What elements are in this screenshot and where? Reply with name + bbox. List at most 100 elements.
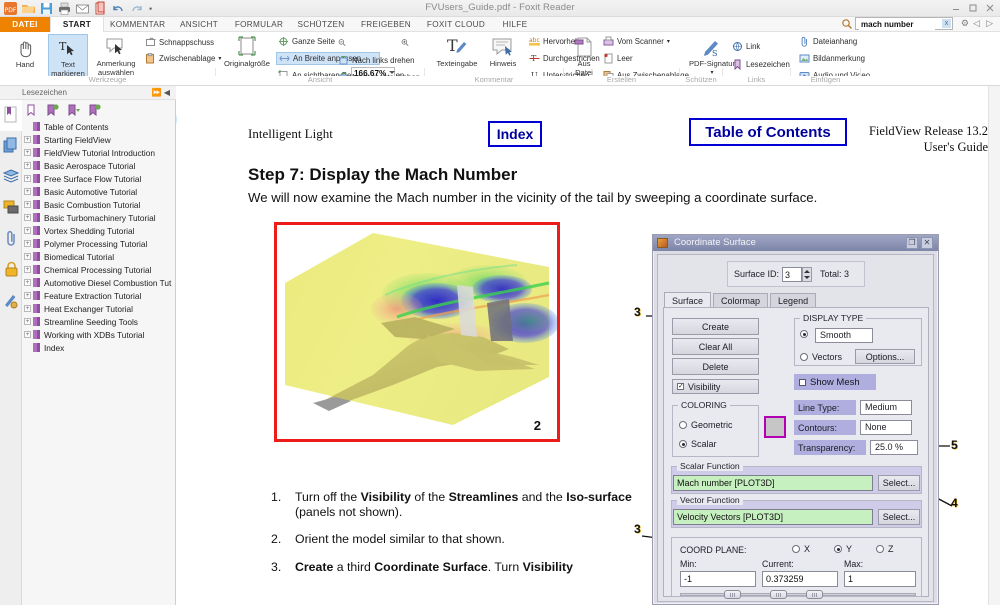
dialog-restore-button[interactable]: ❐ bbox=[906, 237, 918, 249]
zoom-in-button[interactable] bbox=[399, 36, 411, 49]
scalar-function-value[interactable]: Mach number [PLOT3D] bbox=[673, 475, 873, 491]
search-input[interactable] bbox=[859, 19, 935, 30]
tool-link[interactable]: Link bbox=[730, 40, 762, 53]
expand-toggle-icon[interactable]: + bbox=[24, 253, 31, 260]
coord-current-input[interactable]: 0.373259 bbox=[762, 571, 838, 587]
radio-coord-z[interactable] bbox=[876, 545, 884, 553]
tab-schuetzen[interactable]: SCHÜTZEN bbox=[290, 17, 352, 32]
panel-collapse-controls[interactable]: ⏩◀ bbox=[152, 88, 172, 97]
slider-knob-max[interactable] bbox=[806, 590, 823, 599]
display-smooth-option[interactable] bbox=[800, 330, 808, 338]
list-item[interactable]: + Starting FieldView bbox=[24, 133, 176, 146]
dialog-close-button[interactable]: ✕ bbox=[921, 237, 933, 249]
search-next-icon[interactable]: ▷ bbox=[986, 18, 993, 29]
expand-toggle-icon[interactable]: + bbox=[24, 201, 31, 208]
coord-min-input[interactable]: -1 bbox=[680, 571, 756, 587]
tab-start[interactable]: START bbox=[50, 17, 104, 32]
radio-vectors[interactable] bbox=[800, 353, 808, 361]
list-item[interactable]: + Basic Automotive Tutorial bbox=[24, 185, 176, 198]
expand-toggle-icon[interactable]: + bbox=[24, 266, 31, 273]
vector-function-value[interactable]: Velocity Vectors [PLOT3D] bbox=[673, 509, 873, 525]
expand-toggle-icon[interactable]: + bbox=[24, 188, 31, 195]
tool-bookmark[interactable]: Lesezeichen bbox=[730, 58, 792, 71]
search-clear-button[interactable]: x bbox=[942, 19, 951, 28]
search-box[interactable] bbox=[855, 17, 953, 30]
collapse-bookmark-icon[interactable] bbox=[68, 104, 80, 119]
list-item[interactable]: + Vortex Shedding Tutorial bbox=[24, 224, 176, 237]
tool-original-size[interactable]: Originalgröße bbox=[222, 34, 272, 69]
tool-hand[interactable]: Hand bbox=[5, 35, 45, 70]
tool-text-select[interactable]: T Text markieren bbox=[48, 34, 88, 81]
expand-toggle-icon[interactable]: + bbox=[24, 175, 31, 182]
list-item[interactable]: + Basic Aerospace Tutorial bbox=[24, 159, 176, 172]
tab-legend[interactable]: Legend bbox=[770, 293, 817, 308]
expand-toggle-icon[interactable]: + bbox=[24, 214, 31, 221]
radio-scalar[interactable] bbox=[679, 440, 687, 448]
scanner-dropdown-icon[interactable]: ▾ bbox=[667, 38, 670, 45]
expand-toggle-icon[interactable]: + bbox=[24, 331, 31, 338]
list-item[interactable]: + Streamline Seeding Tools bbox=[24, 315, 176, 328]
contours-combo[interactable]: None bbox=[860, 420, 912, 435]
tab-foxit-cloud[interactable]: FOXIT CLOUD bbox=[420, 17, 492, 32]
tab-hilfe[interactable]: HILFE bbox=[492, 17, 538, 32]
tool-create-blank[interactable]: Leer bbox=[601, 52, 635, 65]
clear-all-button[interactable]: Clear All bbox=[672, 338, 759, 355]
list-item[interactable]: + Basic Combustion Tutorial bbox=[24, 198, 176, 211]
surface-id-spinner[interactable] bbox=[802, 267, 812, 282]
tab-surface[interactable]: Surface bbox=[664, 292, 712, 308]
list-item[interactable]: Index bbox=[24, 341, 176, 354]
list-item[interactable]: + Feature Extraction Tutorial bbox=[24, 289, 176, 302]
list-item[interactable]: + Automotive Diesel Combustion Tut bbox=[24, 276, 176, 289]
rail-layers-panel[interactable] bbox=[0, 162, 22, 193]
delete-button[interactable]: Delete bbox=[672, 358, 759, 375]
rail-comments-panel[interactable] bbox=[0, 193, 22, 224]
tool-clipboard[interactable]: Zwischenablage ▾ bbox=[143, 52, 223, 65]
expand-bookmark-icon[interactable] bbox=[47, 103, 59, 119]
tab-freigeben[interactable]: FREIGEBEN bbox=[352, 17, 420, 32]
list-item[interactable]: + FieldView Tutorial Introduction bbox=[24, 146, 176, 159]
list-item[interactable]: + Heat Exchanger Tutorial bbox=[24, 302, 176, 315]
visibility-checkbox[interactable]: ✓ Visibility bbox=[672, 379, 759, 394]
tool-attachment[interactable]: Dateianhang bbox=[797, 35, 859, 48]
coloring-geometric-option[interactable]: Geometric bbox=[679, 420, 733, 430]
expand-toggle-icon[interactable]: + bbox=[24, 136, 31, 143]
coord-plane-slider[interactable] bbox=[680, 590, 916, 599]
geometric-color-swatch[interactable] bbox=[764, 416, 786, 438]
expand-toggle-icon[interactable]: + bbox=[24, 162, 31, 169]
radio-smooth[interactable] bbox=[800, 330, 808, 338]
radio-coord-x[interactable] bbox=[792, 545, 800, 553]
document-vertical-scrollbar[interactable] bbox=[988, 86, 1000, 605]
search-icon[interactable] bbox=[841, 18, 853, 29]
link-table-of-contents[interactable]: Table of Contents bbox=[689, 118, 847, 146]
radio-geometric[interactable] bbox=[679, 421, 687, 429]
new-bookmark-icon[interactable] bbox=[26, 104, 38, 119]
coloring-scalar-option[interactable]: Scalar bbox=[679, 439, 717, 449]
tab-datei[interactable]: DATEI bbox=[0, 17, 50, 32]
surface-id-input[interactable]: 3 bbox=[782, 267, 802, 282]
tool-rotate-left[interactable]: Nach links drehen bbox=[336, 54, 416, 67]
list-item[interactable]: + Free Surface Flow Tutorial bbox=[24, 172, 176, 185]
list-item[interactable]: + Chemical Processing Tutorial bbox=[24, 263, 176, 276]
show-mesh-checkbox[interactable]: Show Mesh bbox=[794, 374, 876, 390]
rail-bookmark-panel[interactable] bbox=[0, 100, 22, 131]
link-index[interactable]: Index bbox=[488, 121, 542, 147]
vector-options-button[interactable]: Options... bbox=[855, 349, 915, 364]
transparency-field[interactable]: 25.0 % bbox=[870, 440, 918, 455]
search-prev-icon[interactable]: ◁ bbox=[973, 18, 980, 29]
scalar-select-button[interactable]: Select... bbox=[878, 475, 920, 491]
tab-formular[interactable]: FORMULAR bbox=[228, 17, 290, 32]
tool-typewriter[interactable]: T Texteingabe bbox=[434, 34, 480, 69]
line-type-combo[interactable]: Medium bbox=[860, 400, 912, 415]
close-button[interactable] bbox=[982, 1, 998, 15]
list-item[interactable]: + Working with XDBs Tutorial bbox=[24, 328, 176, 341]
expand-toggle-icon[interactable]: + bbox=[24, 292, 31, 299]
zoom-out-button[interactable] bbox=[336, 36, 348, 49]
list-item[interactable]: + Basic Turbomachinery Tutorial bbox=[24, 211, 176, 224]
expand-toggle-icon[interactable]: + bbox=[24, 240, 31, 247]
tool-image-annot[interactable]: Bildanmerkung bbox=[797, 52, 867, 65]
expand-toggle-icon[interactable]: + bbox=[24, 149, 31, 156]
coord-max-input[interactable]: 1 bbox=[844, 571, 916, 587]
coord-plane-x-option[interactable]: X bbox=[792, 544, 810, 554]
tool-create-from-file[interactable]: Aus Datei bbox=[570, 34, 598, 77]
bookmark-options-icon[interactable] bbox=[89, 103, 101, 119]
